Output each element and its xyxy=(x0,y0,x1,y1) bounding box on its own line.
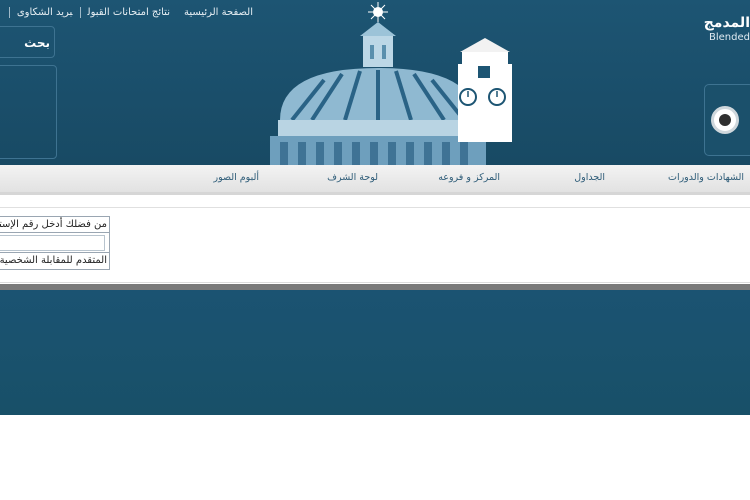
form-number-input[interactable] xyxy=(0,235,105,251)
form-number-field-row xyxy=(0,233,109,253)
admission-results-link[interactable]: نتائج امتحانات القبول xyxy=(79,7,177,18)
inquiry-form: من فضلك أدخل رقم الإستمارة المتقدم للمقا… xyxy=(0,216,110,270)
top-links: الصفحة الرئيسيةنتائج امتحانات القبولبريد… xyxy=(0,7,260,18)
nav-center-branches[interactable]: المركز و فروعه xyxy=(438,172,500,183)
side-panel xyxy=(0,65,57,159)
site-footer xyxy=(0,290,750,415)
search-button[interactable]: بحث xyxy=(0,26,55,58)
back-panel xyxy=(704,84,750,156)
main-nav: الشهادات والدورات الجداول المركز و فروعه… xyxy=(0,165,750,195)
complaints-mail-link[interactable]: بريد الشكاوى xyxy=(8,7,80,18)
site-header: الصفحة الرئيسيةنتائج امتحانات القبولبريد… xyxy=(0,0,750,165)
nav-photo-album[interactable]: ألبوم الصور xyxy=(214,172,259,183)
home-link[interactable]: الصفحة الرئيسية xyxy=(177,7,260,18)
form-prompt: من فضلك أدخل رقم الإستمارة xyxy=(0,217,109,233)
logo-english-text: Blended xyxy=(709,32,750,43)
nav-schedules[interactable]: الجداول xyxy=(574,172,605,183)
back-arrow-icon[interactable] xyxy=(711,106,739,134)
clock-tower-icon xyxy=(458,38,512,142)
site-logo[interactable]: المدمج Blended xyxy=(700,14,750,44)
sun-ornament-icon xyxy=(368,2,388,22)
nav-honor-board[interactable]: لوحة الشرف xyxy=(327,172,378,183)
nav-certificates[interactable]: الشهادات والدورات xyxy=(668,172,744,183)
logo-arabic-text: المدمج xyxy=(703,15,750,31)
form-note: المتقدم للمقابلة الشخصية xyxy=(0,255,107,266)
university-dome-illustration xyxy=(270,2,512,165)
main-content: من فضلك أدخل رقم الإستمارة المتقدم للمقا… xyxy=(0,207,750,283)
